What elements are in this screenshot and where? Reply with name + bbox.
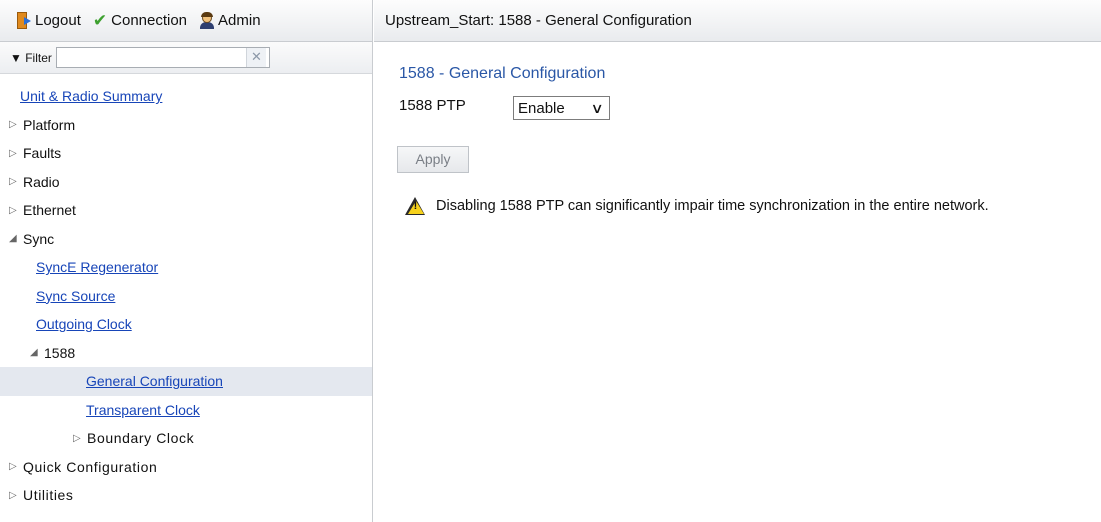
tree-item-outgoing-clock[interactable]: Outgoing Clock (0, 310, 372, 339)
tree-item-transparent-clock[interactable]: Transparent Clock (0, 396, 372, 425)
tree-item-faults[interactable]: ▷ Faults (0, 139, 372, 168)
connection-button[interactable]: ✔ Connection (92, 10, 188, 30)
filter-toggle[interactable]: ▼ Filter (10, 51, 52, 65)
tree-item-1588[interactable]: ◢ 1588 (0, 339, 372, 368)
tree-item-general-configuration[interactable]: General Configuration (0, 367, 372, 396)
tree-item-quick-configuration[interactable]: ▷ Quick Configuration (0, 453, 372, 482)
warning-message: ! Disabling 1588 PTP can significantly i… (405, 197, 989, 215)
expand-arrow-icon[interactable]: ▷ (9, 490, 21, 501)
page-header: Upstream_Start: 1588 - General Configura… (374, 0, 1101, 42)
expand-arrow-icon[interactable]: ▷ (9, 148, 21, 159)
tree-item-label[interactable]: Unit & Radio Summary (20, 88, 162, 104)
filter-box: ✕ (55, 47, 270, 68)
apply-button[interactable]: Apply (397, 146, 469, 173)
tree-item-label: 1588 (44, 344, 76, 361)
tree-item-label: Sync (23, 230, 55, 247)
expand-arrow-icon[interactable]: ▷ (9, 461, 21, 472)
admin-button[interactable]: Admin (199, 11, 261, 29)
tree-item-platform[interactable]: ▷ Platform (0, 111, 372, 140)
tree-item-label[interactable]: Transparent Clock (86, 402, 200, 418)
logout-icon (17, 12, 31, 29)
connection-label: Connection (111, 12, 188, 29)
tree-item-label: Quick Configuration (23, 458, 158, 475)
ptp-select-value: Enable (518, 99, 565, 117)
tree-item-label[interactable]: General Configuration (86, 373, 223, 389)
tree-item-ethernet[interactable]: ▷ Ethernet (0, 196, 372, 225)
filter-input[interactable] (59, 49, 240, 66)
logout-button[interactable]: Logout (17, 12, 81, 29)
logout-label: Logout (35, 12, 81, 29)
navigation-panel: Logout ✔ Connection Admin ▼ Filter ✕ Uni… (0, 0, 373, 522)
tree-item-boundary-clock[interactable]: ▷ Boundary Clock (0, 424, 372, 453)
tree-item-label[interactable]: SyncE Regenerator (36, 259, 158, 275)
tree-item-label: Utilities (23, 487, 74, 504)
ptp-label: 1588 PTP (399, 97, 466, 114)
page-title: Upstream_Start: 1588 - General Configura… (385, 12, 692, 29)
tree-item-utilities[interactable]: ▷ Utilities (0, 481, 372, 510)
tree-item-unit-radio-summary[interactable]: Unit & Radio Summary (0, 82, 372, 111)
collapse-arrow-icon[interactable]: ◢ (30, 347, 42, 358)
tree-item-synce-regenerator[interactable]: SyncE Regenerator (0, 253, 372, 282)
tree-item-sync-source[interactable]: Sync Source (0, 282, 372, 311)
admin-user-icon (199, 11, 215, 29)
warning-text: Disabling 1588 PTP can significantly imp… (436, 198, 989, 214)
chevron-down-icon: ∨ (590, 100, 604, 116)
clear-filter-icon[interactable]: ✕ (245, 48, 266, 67)
admin-label: Admin (218, 12, 261, 29)
tree-item-label: Ethernet (23, 202, 76, 219)
tree-item-label: Radio (23, 173, 60, 190)
tree-item-label: Platform (23, 116, 76, 133)
top-toolbar: Logout ✔ Connection Admin (0, 0, 372, 42)
checkmark-icon: ✔ (92, 10, 108, 30)
warning-triangle-icon: ! (405, 197, 426, 215)
expand-arrow-icon[interactable]: ▷ (9, 176, 21, 187)
filter-row: ▼ Filter ✕ (0, 42, 372, 74)
main-panel: Upstream_Start: 1588 - General Configura… (374, 0, 1101, 522)
navigation-tree: Unit & Radio Summary ▷ Platform ▷ Faults… (0, 82, 372, 510)
tree-item-radio[interactable]: ▷ Radio (0, 168, 372, 197)
expand-arrow-icon[interactable]: ▷ (9, 205, 21, 216)
section-title: 1588 - General Configuration (399, 65, 606, 82)
ptp-select[interactable]: Enable ∨ (513, 96, 610, 120)
collapse-arrow-icon[interactable]: ◢ (9, 233, 21, 244)
tree-item-label[interactable]: Outgoing Clock (36, 316, 132, 332)
tree-item-label[interactable]: Sync Source (36, 288, 115, 304)
tree-item-sync[interactable]: ◢ Sync (0, 225, 372, 254)
expand-arrow-icon[interactable]: ▷ (9, 119, 21, 130)
tree-item-label: Boundary Clock (87, 430, 195, 447)
tree-item-label: Faults (23, 145, 62, 162)
expand-arrow-icon[interactable]: ▷ (73, 433, 85, 444)
